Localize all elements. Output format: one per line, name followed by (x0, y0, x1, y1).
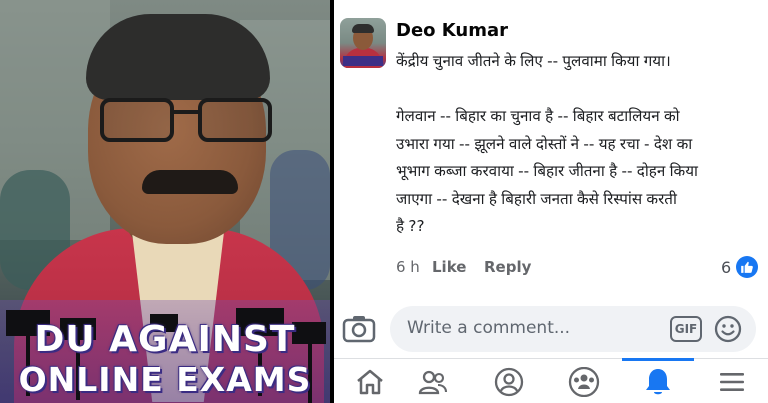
bell-icon (646, 368, 670, 394)
overlay-title-line1: DU AGAINST (34, 319, 296, 360)
comment-author[interactable]: Deo Kumar (396, 20, 508, 41)
comment-input[interactable]: Write a comment... GIF (390, 306, 756, 352)
nav-friends[interactable] (397, 359, 469, 403)
comment-meta: 6 h Like Reply (396, 258, 531, 276)
comment-panel: Deo Kumar केंद्रीय चुनाव जीतने के लिए --… (334, 0, 768, 403)
bottom-navigation (334, 358, 768, 403)
nav-home[interactable] (334, 359, 406, 403)
comment-timestamp[interactable]: 6 h (396, 258, 432, 276)
person-hair (86, 14, 270, 100)
reply-button[interactable]: Reply (484, 258, 531, 276)
glasses (100, 98, 276, 146)
avatar[interactable] (340, 18, 386, 68)
friends-icon (418, 370, 448, 394)
reaction-count: 6 (721, 257, 732, 277)
reaction-summary[interactable]: 6 (721, 256, 759, 278)
camera-icon[interactable] (342, 314, 376, 344)
nav-menu[interactable] (696, 359, 768, 403)
thumbs-up-icon (736, 256, 759, 278)
nav-profile[interactable] (473, 359, 545, 403)
overlay-title-line2: ONLINE EXAMS (18, 360, 312, 399)
mustache (142, 170, 238, 194)
comment-text: केंद्रीय चुनाव जीतने के लिए -- पुलवामा क… (396, 52, 698, 235)
nav-groups[interactable] (548, 359, 620, 403)
groups-icon (568, 366, 600, 397)
comment-composer: Write a comment... GIF (334, 300, 768, 358)
menu-icon (720, 372, 744, 391)
home-icon (357, 369, 383, 394)
profile-icon (494, 367, 524, 396)
like-button[interactable]: Like (432, 258, 484, 276)
nav-notifications[interactable] (622, 358, 694, 403)
gif-button[interactable]: GIF (670, 316, 702, 342)
profile-photo: DU AGAINST ONLINE EXAMS (0, 0, 330, 403)
comment-input-placeholder: Write a comment... (407, 318, 571, 338)
smiley-icon[interactable] (714, 315, 742, 343)
